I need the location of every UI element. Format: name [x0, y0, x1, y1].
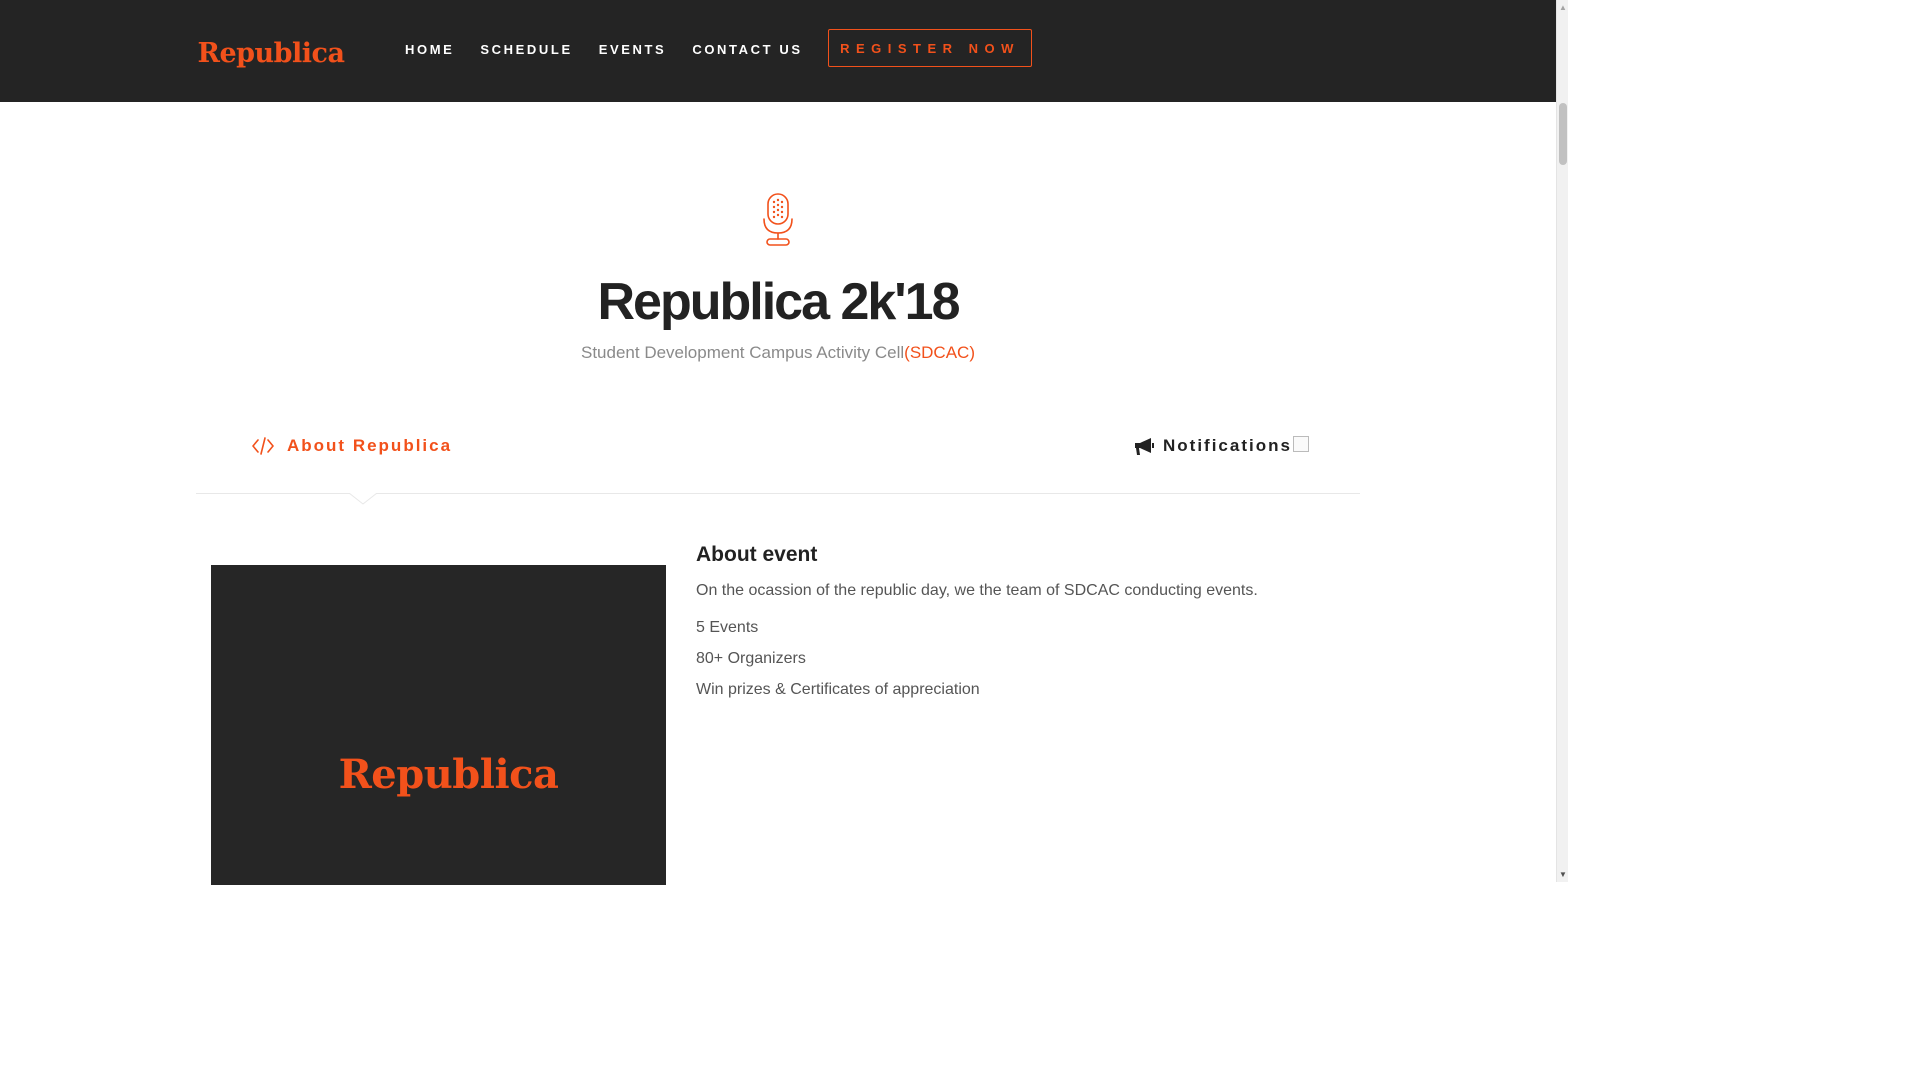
scroll-up-arrow-icon[interactable]: ▲ — [1559, 3, 1567, 12]
list-item: 5 Events — [696, 619, 759, 636]
scroll-down-arrow-icon[interactable]: ▼ — [1559, 870, 1567, 879]
site-header: Republica HOME SCHEDULE EVENTS CONTACT U… — [0, 0, 1556, 102]
page-title: Republica 2k'18 — [597, 273, 961, 331]
nav-events-link[interactable]: EVENTS — [599, 42, 667, 57]
nav-contact-link[interactable]: CONTACT US — [692, 42, 802, 57]
list-item: 80+ Organizers — [696, 650, 806, 667]
tab-about-republica[interactable]: About Republica — [252, 436, 452, 456]
main-nav: HOME SCHEDULE EVENTS CONTACT US — [405, 42, 829, 57]
nav-home-link[interactable]: HOME — [405, 42, 454, 57]
megaphone-icon — [1135, 437, 1154, 455]
microphone-icon — [763, 193, 793, 246]
list-item: Win prizes & Certificates of appreciatio… — [696, 681, 980, 698]
page-subtitle: Student Development Campus Activity Cell… — [0, 343, 1556, 363]
site-logo[interactable]: Republica — [196, 28, 346, 78]
about-event-description: On the ocassion of the republic day, we … — [696, 582, 1258, 599]
about-event-heading: About event — [696, 543, 818, 566]
nav-schedule-link[interactable]: SCHEDULE — [480, 42, 572, 57]
tab-notifications[interactable]: Notifications — [1134, 436, 1309, 456]
code-icon — [252, 437, 274, 455]
subtitle-accent: (SDCAC) — [904, 343, 975, 362]
register-now-label: REGISTER NOW — [840, 40, 1020, 56]
logo-text: Republica — [197, 37, 345, 69]
event-poster-image: Republica — [211, 565, 666, 885]
page-scrollbar[interactable]: ▲ ▼ — [1556, 0, 1568, 882]
tab-about-label: About Republica — [287, 436, 453, 455]
event-facts-list: 5 Events 80+ Organizers Win prizes & Cer… — [696, 619, 980, 712]
register-now-button[interactable]: REGISTER NOW — [828, 29, 1032, 67]
tab-notifications-label: Notifications — [1163, 436, 1292, 455]
subtitle-text: Student Development Campus Activity Cell — [581, 343, 905, 362]
scrollbar-thumb[interactable] — [1559, 103, 1567, 165]
broken-image-icon — [1292, 436, 1309, 452]
active-tab-caret-icon — [349, 487, 377, 505]
poster-logo-text: Republica — [338, 750, 559, 798]
